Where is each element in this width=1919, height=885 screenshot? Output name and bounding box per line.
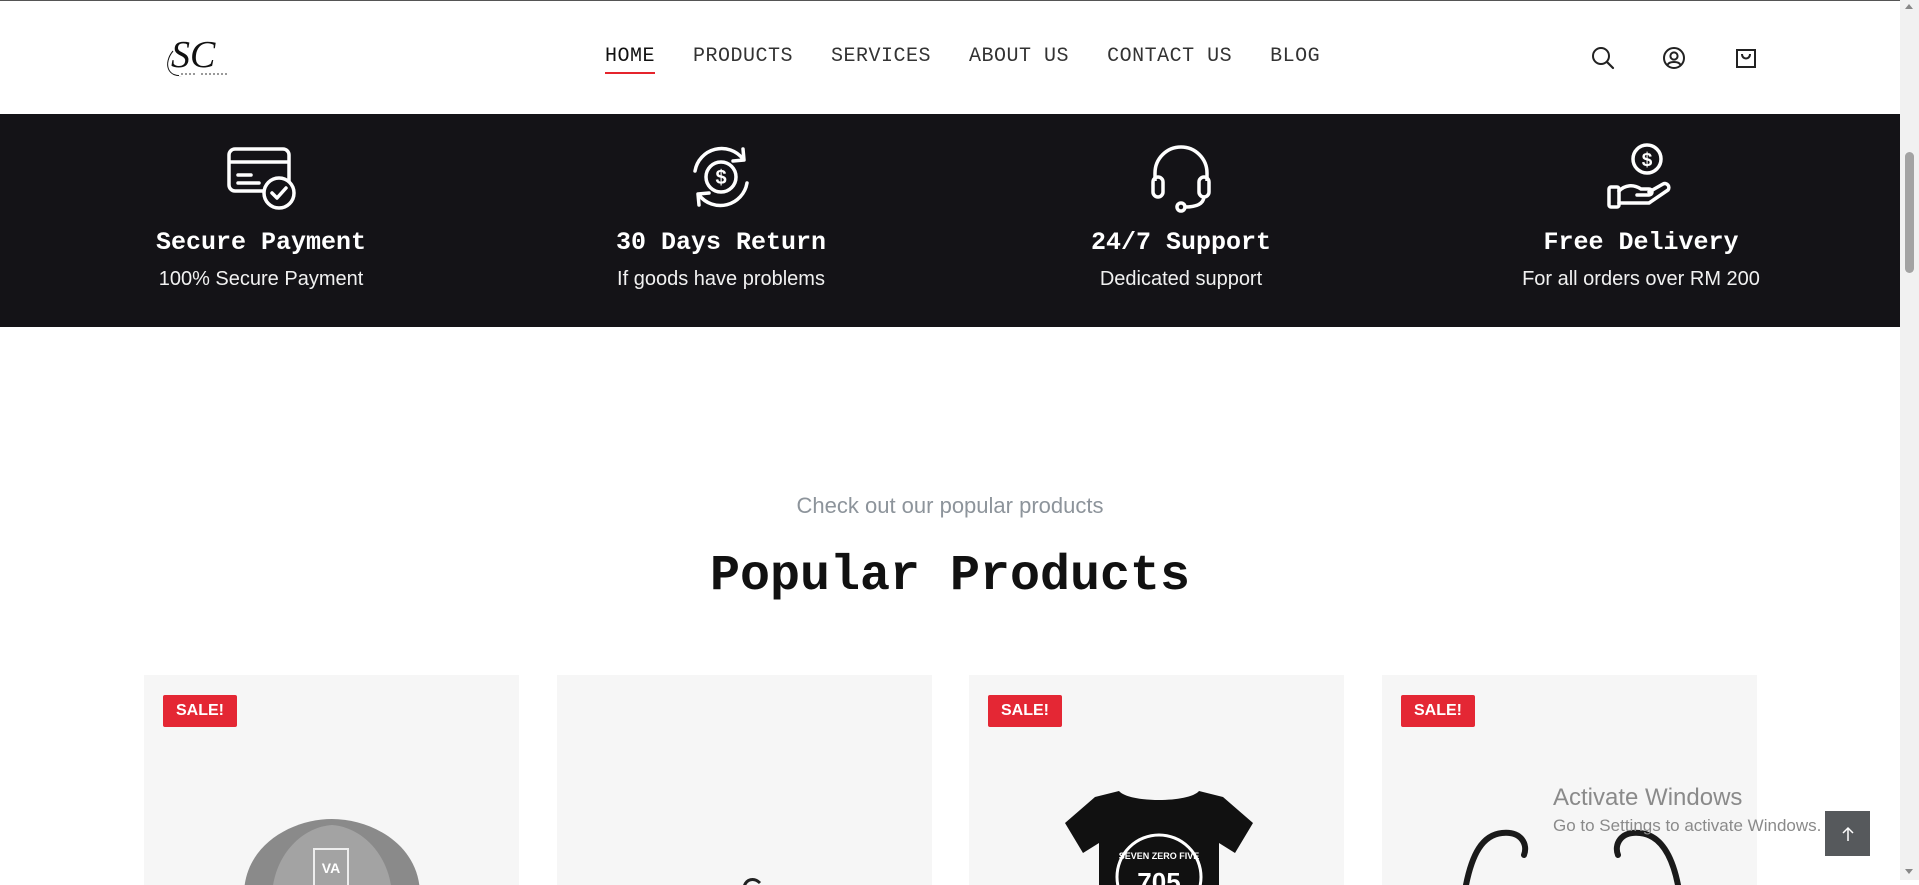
scroll-down-arrow-icon[interactable] <box>1905 869 1913 874</box>
main-nav: HOME PRODUCTS SERVICES ABOUT US CONTACT … <box>605 45 1320 74</box>
svg-text:SC: SC <box>171 34 216 76</box>
sale-badge: SALE! <box>163 695 237 727</box>
section-subtitle: Check out our popular products <box>796 493 1104 518</box>
sale-badge: SALE! <box>988 695 1062 727</box>
scroll-up-arrow-icon[interactable] <box>1905 4 1913 9</box>
product-image <box>743 878 762 885</box>
back-to-top-button[interactable] <box>1825 811 1870 856</box>
product-card-3[interactable]: SALE! SEVEN ZERO FIVE 705 <box>969 675 1344 885</box>
user-icon[interactable] <box>1661 45 1687 71</box>
watermark-subtitle: Go to Settings to activate Windows. <box>1553 816 1822 835</box>
feature-title: Secure Payment <box>155 228 367 257</box>
nav-products[interactable]: PRODUCTS <box>693 45 793 72</box>
cart-icon[interactable] <box>1733 45 1759 71</box>
svg-text:$: $ <box>715 167 726 189</box>
tshirt-image: SEVEN ZERO FIVE 705 <box>1065 791 1253 885</box>
product-card-1[interactable]: SALE! VA <box>144 675 519 885</box>
feature-title: 30 Days Return <box>615 228 827 257</box>
hand-coin-icon: $ <box>1607 143 1671 209</box>
nav-blog[interactable]: BLOG <box>1270 45 1320 72</box>
search-icon[interactable] <box>1590 45 1616 71</box>
headset-icon <box>1151 145 1211 213</box>
product-card-4[interactable]: SALE! <box>1382 675 1757 885</box>
windows-activation-watermark: Activate Windows Go to Settings to activ… <box>1553 784 1821 836</box>
tshirt-print-text: SEVEN ZERO FIVE <box>1119 851 1200 861</box>
watermark-title: Activate Windows <box>1553 784 1743 811</box>
section-title: Popular Products <box>709 548 1191 605</box>
cap-logo-text: VA <box>322 860 340 876</box>
nav-home[interactable]: HOME <box>605 45 656 74</box>
features-band: Secure Payment 100% Secure Payment $ 30 … <box>0 114 1900 327</box>
feature-subtitle: For all orders over RM 200 <box>1522 268 1760 290</box>
feature-subtitle: 100% Secure Payment <box>158 268 364 290</box>
cap-image: VA <box>244 819 420 885</box>
svg-text:$: $ <box>1642 150 1653 171</box>
nav-services[interactable]: SERVICES <box>831 45 931 72</box>
nav-contact-us[interactable]: CONTACT US <box>1107 45 1232 72</box>
scrollbar-thumb[interactable] <box>1905 152 1914 273</box>
site-logo[interactable]: SC <box>163 31 235 83</box>
logo-mark: SC <box>167 34 231 77</box>
page-scrollbar[interactable] <box>1900 0 1919 880</box>
nav-about-us[interactable]: ABOUT US <box>969 45 1069 72</box>
feature-title: Free Delivery <box>1543 228 1739 257</box>
arrow-up-icon <box>1841 826 1854 841</box>
credit-card-check-icon <box>227 147 296 210</box>
product-card-2[interactable] <box>557 675 932 885</box>
feature-subtitle: Dedicated support <box>1099 268 1263 290</box>
feature-title: 24/7 Support <box>1090 228 1272 257</box>
tshirt-print-number: 705 <box>1137 867 1180 885</box>
sale-badge: SALE! <box>1401 695 1475 727</box>
money-return-icon: $ <box>693 146 749 208</box>
feature-subtitle: If goods have problems <box>617 268 825 290</box>
site-header: SC HOME PRODUCTS SERVICES ABOUT US CONTA… <box>0 1 1900 113</box>
